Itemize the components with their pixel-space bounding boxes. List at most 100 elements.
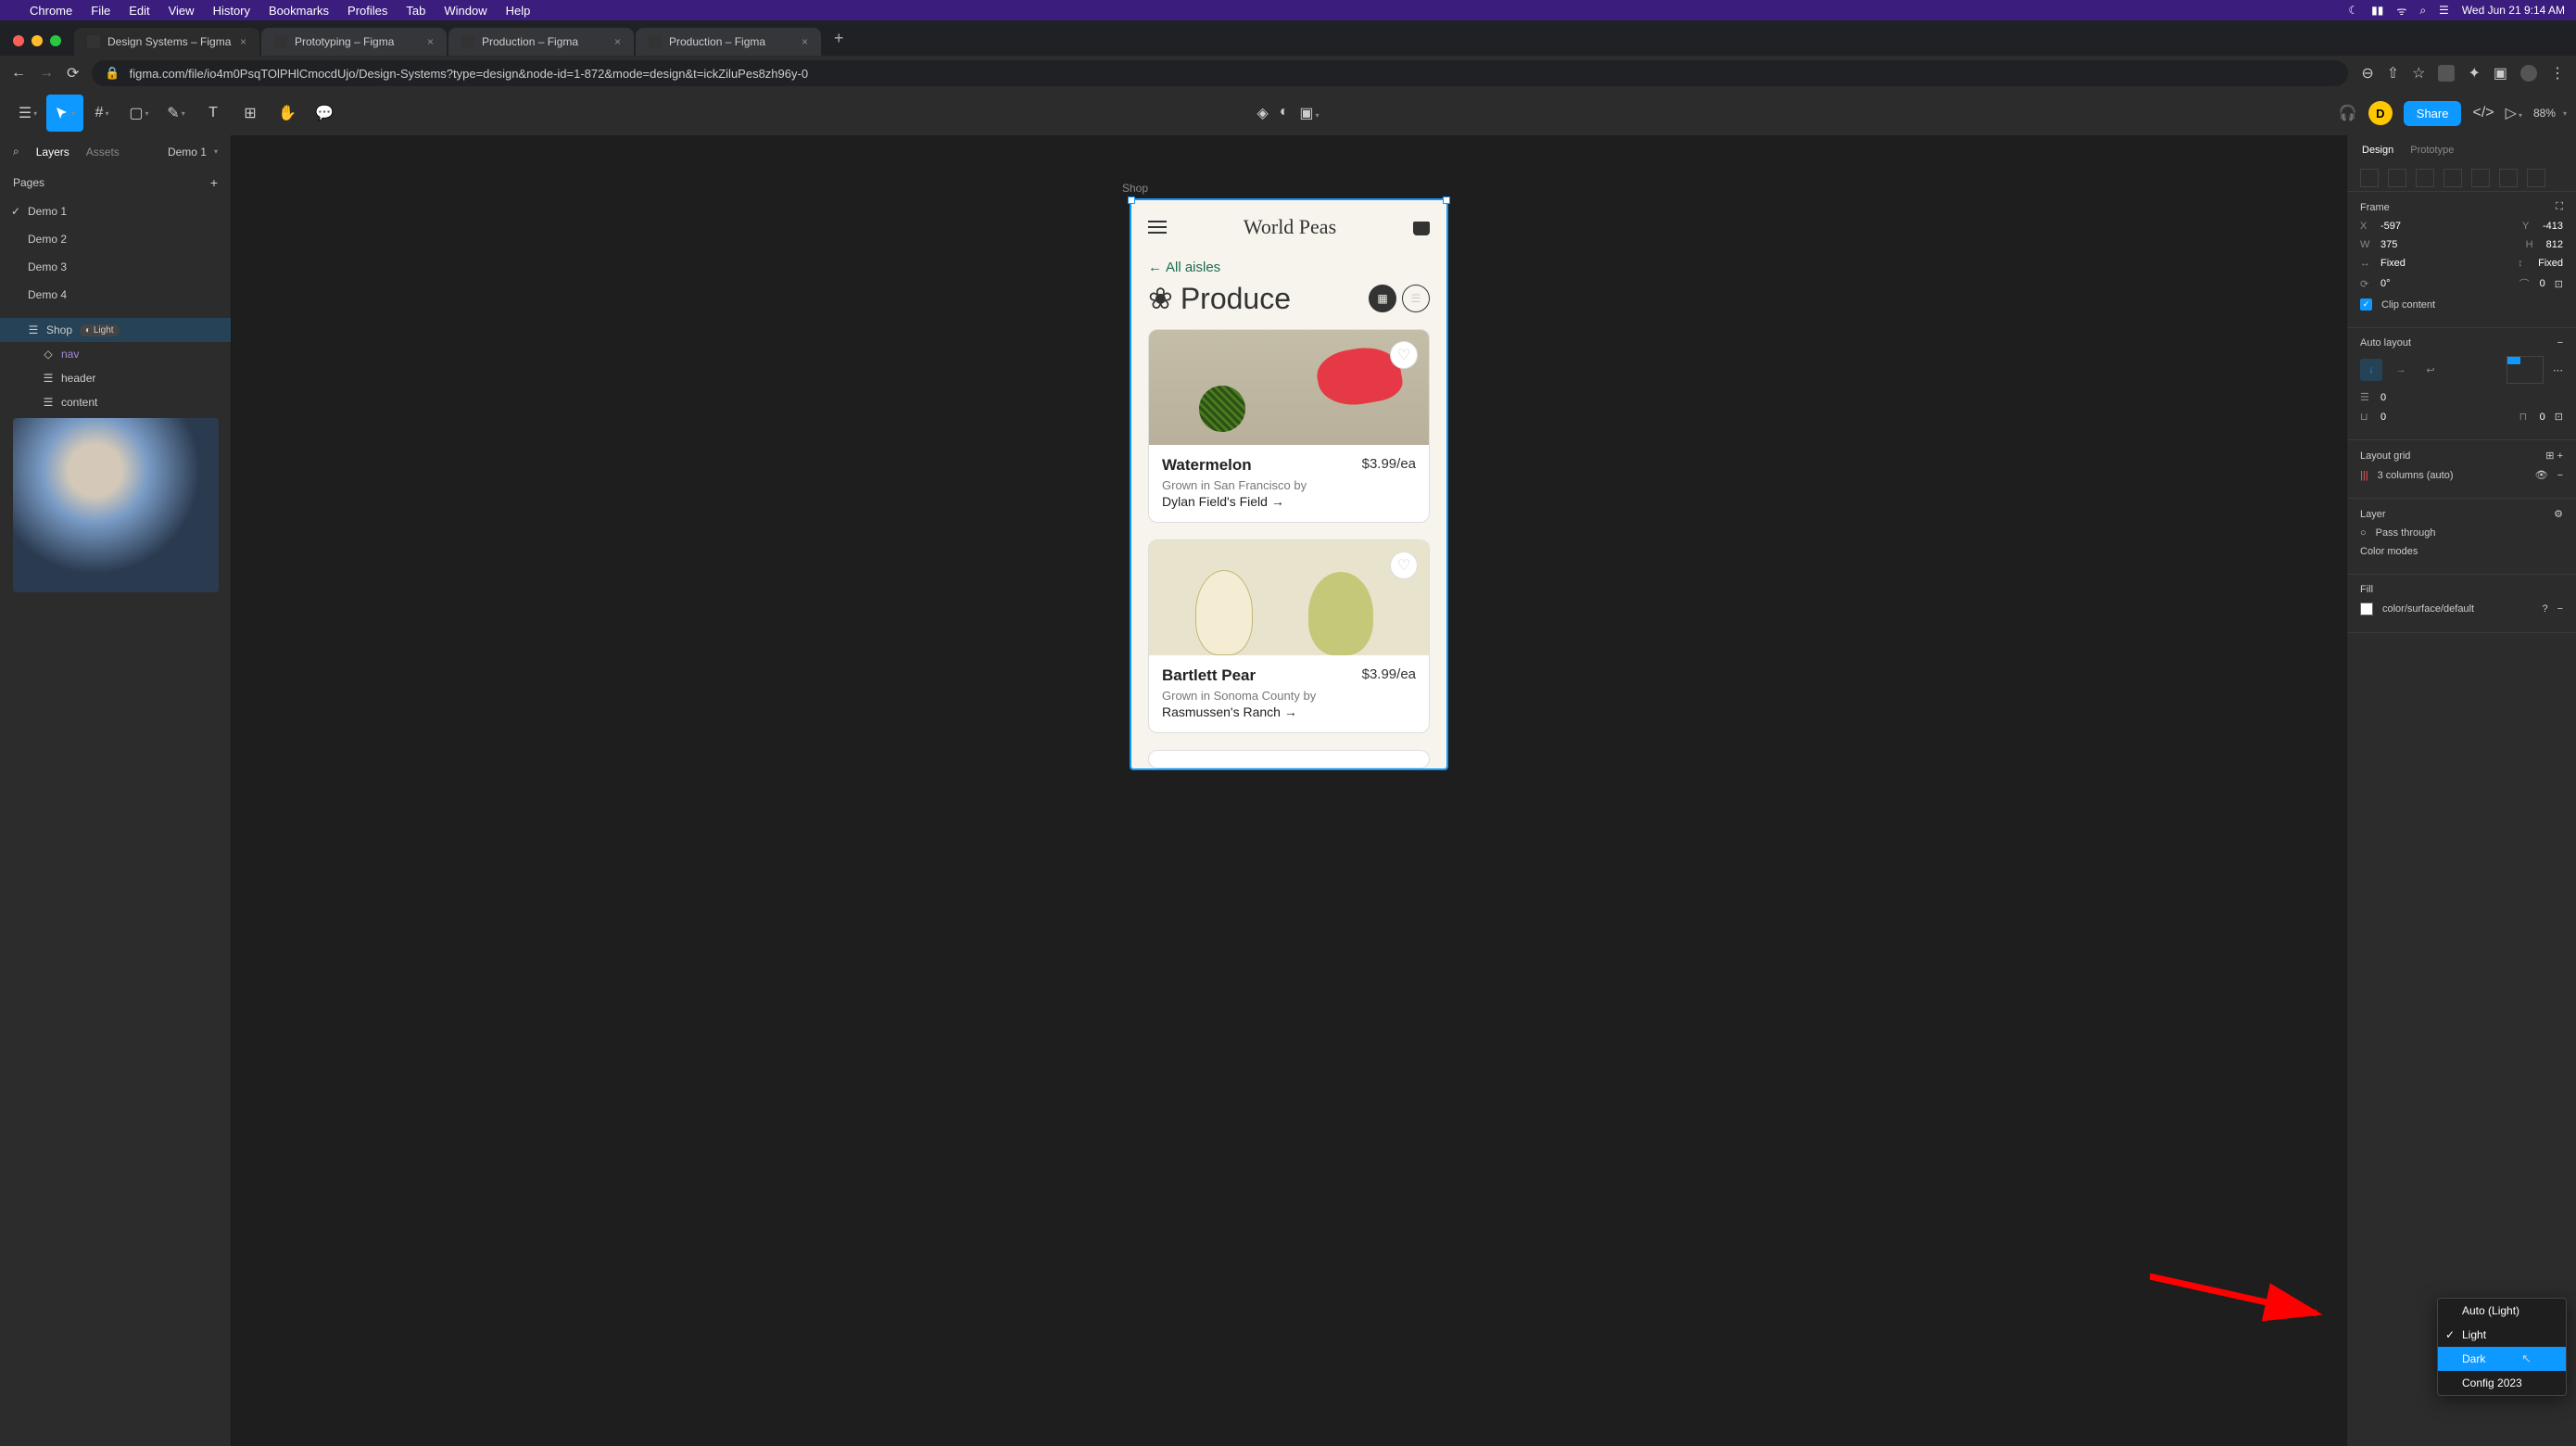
bookmark-icon[interactable]: ☆ xyxy=(2412,64,2425,82)
hand-tool[interactable]: ✋ xyxy=(269,95,306,132)
extension-icon[interactable] xyxy=(2438,65,2455,82)
radius-input[interactable]: 0 xyxy=(2540,278,2545,289)
moon-icon[interactable]: ☾ xyxy=(2348,4,2358,17)
remove-autolayout-button[interactable]: − xyxy=(2557,337,2563,349)
gap-input[interactable]: 0 xyxy=(2380,392,2386,403)
extensions-icon[interactable]: ✦ xyxy=(2468,64,2480,82)
menu-tab[interactable]: Tab xyxy=(406,4,425,18)
page-item[interactable]: Demo 2 xyxy=(0,225,231,253)
rotation-input[interactable]: 0° xyxy=(2380,278,2391,289)
align-left-icon[interactable] xyxy=(2360,169,2379,187)
app-name[interactable]: Chrome xyxy=(30,4,72,18)
maximize-window-button[interactable] xyxy=(50,35,61,46)
menu-window[interactable]: Window xyxy=(444,4,486,18)
share-icon[interactable]: ⇧ xyxy=(2387,64,2399,82)
close-tab-icon[interactable]: × xyxy=(802,35,808,48)
resize-fit-icon[interactable]: ⛶ xyxy=(2556,201,2563,213)
page-item[interactable]: Demo 4 xyxy=(0,281,231,309)
browser-tab[interactable]: Production – Figma × xyxy=(448,28,634,56)
close-window-button[interactable] xyxy=(13,35,24,46)
page-item[interactable]: Demo 3 xyxy=(0,253,231,281)
share-button[interactable]: Share xyxy=(2404,101,2462,126)
align-vcenter-icon[interactable] xyxy=(2471,169,2490,187)
layer-header[interactable]: ☰ header xyxy=(0,366,231,390)
dropdown-option-config[interactable]: Config 2023 xyxy=(2438,1371,2566,1395)
menu-edit[interactable]: Edit xyxy=(129,4,149,18)
menu-bookmarks[interactable]: Bookmarks xyxy=(269,4,329,18)
dropdown-option-dark[interactable]: Dark xyxy=(2438,1347,2566,1371)
direction-wrap-icon[interactable]: ↩ xyxy=(2419,359,2442,381)
visibility-icon[interactable]: 👁 xyxy=(2535,469,2548,481)
vsizing-select[interactable]: Fixed xyxy=(2538,258,2563,269)
prototype-tab[interactable]: Prototype xyxy=(2410,145,2454,156)
fill-value[interactable]: color/surface/default xyxy=(2382,603,2474,615)
padding-detail-icon[interactable]: ⊡ xyxy=(2555,411,2563,423)
close-tab-icon[interactable]: × xyxy=(614,35,621,48)
mask-icon[interactable]: ◐ xyxy=(1280,104,1289,122)
design-tab[interactable]: Design xyxy=(2362,145,2393,156)
menu-view[interactable]: View xyxy=(169,4,195,18)
menu-history[interactable]: History xyxy=(213,4,250,18)
resize-handle[interactable] xyxy=(1128,197,1135,204)
padding-h-input[interactable]: 0 xyxy=(2380,412,2386,423)
resources-tool[interactable]: ⊞ xyxy=(232,95,269,132)
layer-nav[interactable]: ◇ nav xyxy=(0,342,231,366)
profile-avatar[interactable] xyxy=(2520,65,2537,82)
dropdown-option-auto[interactable]: Auto (Light) xyxy=(2438,1299,2566,1323)
page-selector[interactable]: Demo 1▾ xyxy=(168,146,218,159)
menu-file[interactable]: File xyxy=(91,4,110,18)
battery-icon[interactable]: ▮▮ xyxy=(2371,4,2383,17)
align-hcenter-icon[interactable] xyxy=(2388,169,2406,187)
distribute-icon[interactable] xyxy=(2527,169,2545,187)
layer-shop[interactable]: ☰ Shop ◐ Light xyxy=(0,318,231,342)
x-input[interactable]: -597 xyxy=(2380,221,2401,232)
fill-swatch[interactable] xyxy=(2360,602,2373,615)
main-menu-button[interactable]: ☰▾ xyxy=(9,95,46,132)
back-button[interactable]: ← xyxy=(11,65,26,82)
forward-button[interactable]: → xyxy=(39,65,54,82)
clip-checkbox[interactable]: ✓ xyxy=(2360,298,2372,311)
user-avatar[interactable]: D xyxy=(2368,101,2393,125)
present-button[interactable]: ▷▾ xyxy=(2506,104,2522,122)
frame-label[interactable]: Frame xyxy=(2360,202,2390,213)
add-page-button[interactable]: + xyxy=(210,175,218,190)
browser-tab[interactable]: Design Systems – Figma × xyxy=(74,28,259,56)
shape-tool[interactable]: ▢▾ xyxy=(120,95,158,132)
new-tab-button[interactable]: + xyxy=(823,21,855,56)
zoom-level[interactable]: 88%▾ xyxy=(2533,107,2567,120)
radius-detail-icon[interactable]: ⊡ xyxy=(2555,278,2563,290)
assets-tab[interactable]: Assets xyxy=(86,146,120,159)
clock[interactable]: Wed Jun 21 9:14 AM xyxy=(2462,4,2565,17)
menu-icon[interactable]: ⋮ xyxy=(2550,64,2565,82)
blend-mode[interactable]: Pass through xyxy=(2376,527,2436,539)
alignment-grid[interactable] xyxy=(2507,356,2544,384)
grid-settings-icon[interactable]: ⊞ xyxy=(2545,450,2554,462)
close-tab-icon[interactable]: × xyxy=(427,35,434,48)
wifi-icon[interactable]: ᯤ xyxy=(2396,3,2406,19)
layers-tab[interactable]: Layers xyxy=(36,146,69,159)
more-options-icon[interactable]: ⋯ xyxy=(2553,364,2563,376)
h-input[interactable]: 812 xyxy=(2546,239,2563,250)
browser-tab[interactable]: Prototyping – Figma × xyxy=(261,28,447,56)
address-bar[interactable]: 🔒 figma.com/file/io4m0PsqTOlPHlCmocdUjo/… xyxy=(92,60,2348,86)
layer-content[interactable]: ☰ content xyxy=(0,390,231,414)
remove-fill-button[interactable]: − xyxy=(2557,603,2563,615)
add-grid-button[interactable]: + xyxy=(2557,450,2563,462)
frame-tool[interactable]: #▾ xyxy=(83,95,120,132)
grid-value[interactable]: 3 columns (auto) xyxy=(2378,470,2454,481)
dev-mode-icon[interactable]: </> xyxy=(2472,105,2494,121)
close-tab-icon[interactable]: × xyxy=(240,35,246,48)
menu-profiles[interactable]: Profiles xyxy=(347,4,387,18)
text-tool[interactable]: T xyxy=(195,95,232,132)
browser-tab[interactable]: Production – Figma × xyxy=(636,28,821,56)
pen-tool[interactable]: ✎▾ xyxy=(158,95,195,132)
search-icon[interactable]: ⌕ xyxy=(2419,4,2426,18)
page-item[interactable]: Demo 1 xyxy=(0,197,231,225)
y-input[interactable]: -413 xyxy=(2543,221,2563,232)
direction-horizontal-icon[interactable]: → xyxy=(2390,359,2412,381)
fill-detach-icon[interactable]: ? xyxy=(2542,603,2547,615)
layer-settings-icon[interactable]: ⚙ xyxy=(2554,508,2563,520)
align-bottom-icon[interactable] xyxy=(2499,169,2518,187)
minimize-window-button[interactable] xyxy=(32,35,43,46)
comment-tool[interactable]: 💬 xyxy=(306,95,343,132)
